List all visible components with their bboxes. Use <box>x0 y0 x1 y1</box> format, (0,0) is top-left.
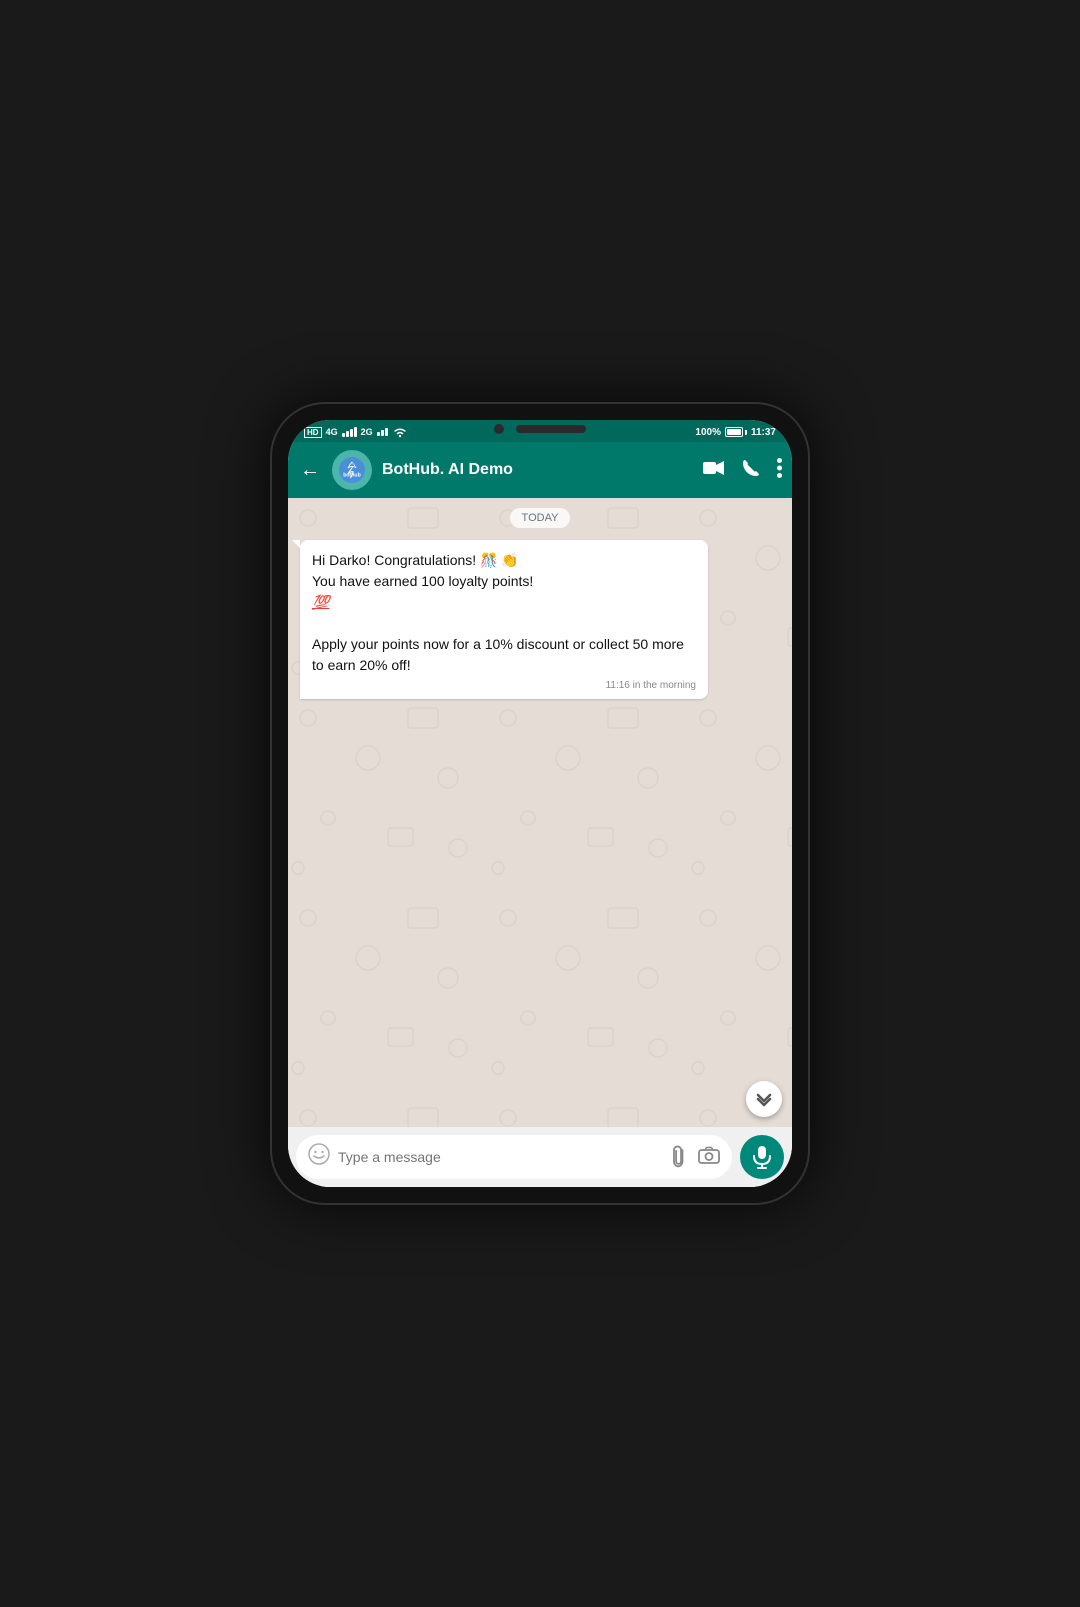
earpiece-speaker <box>516 425 586 433</box>
message-line1: Hi Darko! Congratulations! 🎊 👏 <box>312 552 519 568</box>
scroll-down-button[interactable] <box>746 1081 782 1117</box>
status-left: HD 4G 2G <box>304 426 408 438</box>
attach-button[interactable] <box>664 1141 696 1173</box>
contact-name: BotHub. AI Demo <box>382 461 693 479</box>
phone-bezel <box>440 420 640 438</box>
front-camera <box>494 424 504 434</box>
back-button[interactable]: ← <box>298 457 322 484</box>
message-text-input[interactable] <box>338 1149 662 1165</box>
chat-messages: TODAY Hi Darko! Congratulations! 🎊 👏 You… <box>288 498 792 709</box>
phone-frame: HD 4G 2G <box>270 402 810 1205</box>
camera-icon <box>698 1146 720 1164</box>
message-line2: You have earned 100 loyalty points! <box>312 573 533 589</box>
chevron-down-icon <box>756 1091 772 1107</box>
message-timestamp: 11:16 in the morning <box>312 680 696 691</box>
message-bubble: Hi Darko! Congratulations! 🎊 👏 You have … <box>300 540 708 699</box>
network2-indicator: 2G <box>361 427 373 437</box>
more-vertical-icon <box>777 458 782 478</box>
video-camera-icon <box>703 460 725 476</box>
hd-indicator: HD <box>304 427 322 438</box>
phone-call-button[interactable] <box>741 458 761 483</box>
battery-percent: 100% <box>695 427 721 438</box>
mic-button[interactable] <box>740 1135 784 1179</box>
hundred-emoji: 💯 <box>312 594 329 610</box>
more-options-button[interactable] <box>777 458 782 483</box>
contact-info: BotHub. AI Demo <box>382 461 693 479</box>
phone-screen: HD 4G 2G <box>288 420 792 1187</box>
status-right: 100% 11:37 <box>695 427 776 438</box>
clock: 11:37 <box>751 427 776 438</box>
microphone-icon <box>752 1145 772 1169</box>
wifi-icon <box>392 426 408 438</box>
message-input-area <box>288 1127 792 1187</box>
message-line3: Apply your points now for a 10% discount… <box>312 636 684 673</box>
chat-header: ← bothub BotHub. AI Demo <box>288 442 792 498</box>
signal-bars-2 <box>377 428 388 436</box>
message-input-container <box>296 1135 732 1179</box>
header-icons <box>703 458 782 483</box>
video-call-button[interactable] <box>703 460 725 481</box>
signal-bars-1 <box>342 427 357 437</box>
chat-area: TODAY Hi Darko! Congratulations! 🎊 👏 You… <box>288 498 792 1127</box>
network1-indicator: 4G <box>326 427 338 437</box>
battery-icon <box>725 427 747 437</box>
camera-button[interactable] <box>698 1146 720 1169</box>
phone-icon <box>741 458 761 478</box>
message-text: Hi Darko! Congratulations! 🎊 👏 You have … <box>312 550 696 676</box>
emoji-button[interactable] <box>308 1143 330 1171</box>
bothub-logo: bothub <box>339 457 365 483</box>
contact-avatar[interactable]: bothub <box>332 450 372 490</box>
paperclip-icon <box>664 1141 692 1169</box>
emoji-icon <box>308 1143 330 1165</box>
date-badge: TODAY <box>510 508 571 528</box>
